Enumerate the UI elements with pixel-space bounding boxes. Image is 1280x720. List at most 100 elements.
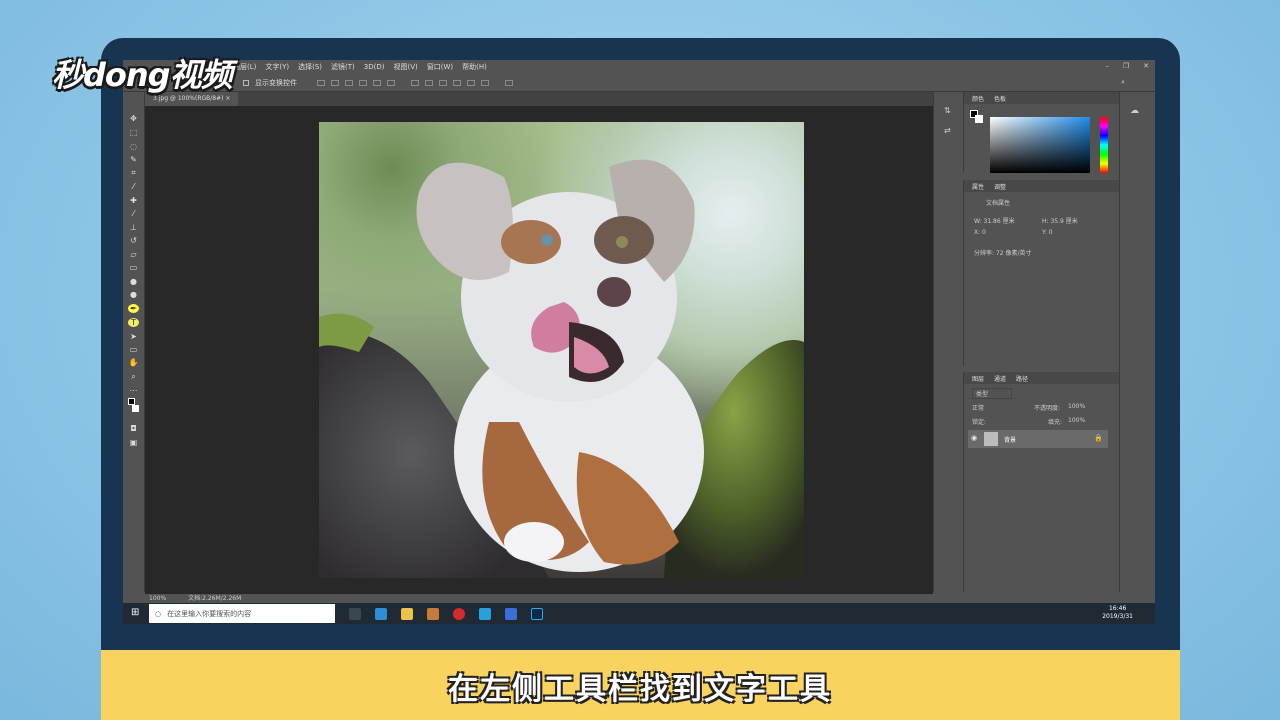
hue-slider[interactable] [1100, 117, 1108, 173]
tab-paths[interactable]: 路径 [1016, 374, 1028, 383]
taskbar-search-placeholder: 在这里输入你要搜索的内容 [167, 609, 252, 618]
hand-tool-icon[interactable]: ✋ [128, 358, 139, 367]
properties-panel-tabs: 属性 调整 [964, 180, 1119, 192]
taskbar-search[interactable]: ○ 在这里输入你要搜索的内容 [149, 604, 335, 623]
quick-select-tool-icon[interactable]: ✎ [128, 155, 139, 164]
color-panel: 颜色 色板 [963, 92, 1119, 173]
cloud-icon[interactable]: ☁ [1130, 106, 1139, 116]
dodge-tool-icon[interactable]: ● [128, 290, 139, 299]
task-view-icon[interactable] [349, 607, 361, 620]
doc-height: H: 35.9 厘米 [1042, 218, 1078, 225]
distribute-center-icon[interactable] [467, 79, 475, 86]
close-icon[interactable]: ✕ [1143, 62, 1149, 70]
crop-tool-icon[interactable]: ⌗ [128, 168, 139, 177]
layer-visibility-eye-icon[interactable]: ◉ [971, 434, 977, 442]
align-top-icon[interactable] [317, 79, 325, 86]
foreground-color-swatch[interactable] [128, 398, 135, 405]
gradient-tool-icon[interactable]: ▭ [128, 263, 139, 272]
align-left-icon[interactable] [359, 79, 367, 86]
eraser-tool-icon[interactable]: ▱ [128, 250, 139, 259]
edge-icon[interactable] [375, 607, 387, 620]
background-color-swatch[interactable] [132, 405, 139, 412]
align-center-icon[interactable] [373, 79, 381, 86]
lasso-tool-icon[interactable]: ◌ [128, 142, 139, 151]
canvas-area[interactable] [145, 106, 933, 594]
menu-filter[interactable]: 滤镜(T) [331, 62, 355, 72]
align-bottom-icon[interactable] [345, 79, 353, 86]
healing-brush-tool-icon[interactable]: ✚ [128, 196, 139, 205]
tab-close-icon[interactable]: × [225, 95, 230, 102]
menu-type[interactable]: 文字(Y) [265, 62, 289, 72]
windows-start-icon[interactable]: ⊞ [131, 607, 139, 618]
zoom-level[interactable]: 100% [149, 594, 166, 603]
tab-adjustments[interactable]: 调整 [994, 182, 1006, 191]
layers-panel-tabs: 图层 通道 路径 [964, 372, 1119, 384]
lock-label: 锁定: [972, 419, 987, 426]
recorder-icon[interactable] [453, 607, 465, 620]
document-tab-label: 3.jpg @ 100%(RGB/8#) [153, 95, 224, 102]
eyedropper-tool-icon[interactable]: ⁄ [128, 182, 139, 191]
photoshop-icon[interactable] [531, 607, 543, 620]
distribute-right-icon[interactable] [481, 79, 489, 86]
minimize-icon[interactable]: – [1105, 62, 1109, 70]
menu-help[interactable]: 帮助(H) [462, 62, 487, 72]
properties-title: 文档属性 [986, 200, 1011, 207]
menu-view[interactable]: 视图(V) [393, 62, 417, 72]
distribute-bottom-icon[interactable] [439, 79, 447, 86]
menu-select[interactable]: 选择(S) [298, 62, 322, 72]
tab-color[interactable]: 颜色 [972, 94, 984, 103]
file-explorer-icon[interactable] [401, 607, 413, 620]
opacity-value[interactable]: 100% [1068, 403, 1085, 410]
search-icon[interactable]: ⌕ [1121, 78, 1125, 87]
move-tool-icon[interactable]: ✥ [128, 114, 139, 123]
app-icon[interactable] [427, 607, 439, 620]
bg-color-chip[interactable] [975, 115, 983, 123]
layer-thumbnail [984, 432, 998, 446]
quick-mask-icon[interactable]: ◘ [128, 424, 139, 433]
tab-properties[interactable]: 属性 [972, 182, 984, 191]
restore-icon[interactable]: ❐ [1123, 62, 1129, 70]
layer-row-background[interactable]: ◉ 背景 🔒 [968, 430, 1108, 448]
browser-icon[interactable] [479, 607, 491, 620]
doc-width: W: 31.86 厘米 [974, 218, 1015, 225]
pen-tool-icon[interactable]: ✒ [128, 304, 139, 313]
tab-channels[interactable]: 通道 [994, 374, 1006, 383]
distribute-middle-icon[interactable] [425, 79, 433, 86]
color-picker-field[interactable] [990, 117, 1090, 173]
path-select-tool-icon[interactable]: ➤ [128, 332, 139, 341]
menu-window[interactable]: 窗口(W) [427, 62, 453, 72]
layer-filter-input[interactable]: 类型 [972, 388, 1012, 399]
screen-mode-icon[interactable]: ▣ [128, 438, 139, 447]
app2-icon[interactable] [505, 607, 517, 620]
brush-tool-icon[interactable]: ⁄ [128, 209, 139, 218]
rectangle-tool-icon[interactable]: ▭ [128, 345, 139, 354]
options-bar: 显示变换控件 ⌕ [123, 74, 1155, 92]
type-tool-icon[interactable]: T [128, 318, 139, 327]
auto-align-icon[interactable] [505, 79, 513, 86]
stamp-tool-icon[interactable]: ⊥ [128, 223, 139, 232]
align-right-icon[interactable] [387, 79, 395, 86]
fill-value[interactable]: 100% [1068, 417, 1085, 424]
tools-panel: ✥ ⬚ ◌ ✎ ⌗ ⁄ ✚ ⁄ ⊥ ↺ ▱ ▭ ● ● ✒ T ➤ ▭ ✋ ⌕ … [123, 92, 145, 592]
history-brush-tool-icon[interactable]: ↺ [128, 236, 139, 245]
document-size: 文档:2.26M/2.26M [188, 595, 242, 602]
zoom-tool-icon[interactable]: ⌕ [128, 372, 139, 381]
tab-layers[interactable]: 图层 [972, 374, 984, 383]
menu-3d[interactable]: 3D(D) [364, 63, 385, 71]
actions-panel-icon[interactable]: ⇄ [944, 126, 951, 135]
blend-mode-select[interactable]: 正常 [972, 403, 984, 412]
blur-tool-icon[interactable]: ● [128, 277, 139, 286]
history-panel-icon[interactable]: ⇅ [944, 106, 951, 115]
show-transform-checkbox[interactable] [243, 79, 249, 86]
distribute-left-icon[interactable] [453, 79, 461, 86]
marquee-tool-icon[interactable]: ⬚ [128, 128, 139, 137]
align-middle-icon[interactable] [331, 79, 339, 86]
taskbar-clock[interactable]: 16:46 2019/3/31 [1102, 605, 1133, 621]
layer-name[interactable]: 背景 [1004, 435, 1016, 444]
menu-layer[interactable]: 图层(L) [233, 62, 256, 72]
more-tools-icon[interactable]: … [128, 384, 139, 393]
tab-swatches[interactable]: 色板 [994, 94, 1006, 103]
libraries-strip: ☁ [1119, 92, 1155, 592]
layer-lock-icon[interactable]: 🔒 [1094, 434, 1103, 442]
distribute-top-icon[interactable] [411, 79, 419, 86]
